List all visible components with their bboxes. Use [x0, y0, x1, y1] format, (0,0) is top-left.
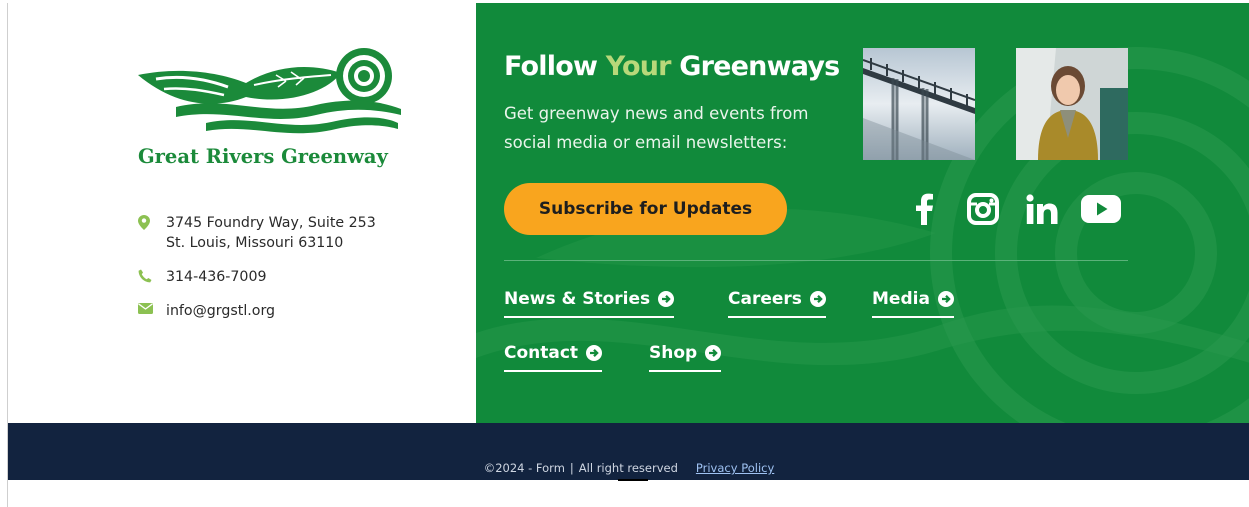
scroll-indicator: [618, 479, 648, 481]
site-logo[interactable]: Great Rivers Greenway: [136, 45, 401, 175]
phone-number[interactable]: 314-436-7009: [166, 267, 267, 287]
address-line-1: 3745 Foundry Way, Suite 253: [166, 215, 376, 231]
follow-description: Get greenway news and events from social…: [504, 104, 809, 152]
nav-link-careers[interactable]: Careers: [728, 289, 826, 318]
phone-row[interactable]: 314-436-7009: [138, 267, 458, 287]
facebook-link[interactable]: [904, 189, 944, 229]
facebook-icon: [916, 193, 933, 225]
email-link[interactable]: info@grgstl.org: [166, 301, 275, 321]
subscribe-button[interactable]: Subscribe for Updates: [504, 183, 787, 235]
person-photo[interactable]: [1016, 48, 1128, 160]
nav-link-media[interactable]: Media: [872, 289, 954, 318]
youtube-link[interactable]: [1081, 189, 1121, 229]
nav-link-contact[interactable]: Contact: [504, 343, 603, 372]
contact-panel: Great Rivers Greenway 3745 Foundry Way, …: [8, 3, 476, 423]
address-row: 3745 Foundry Way, Suite 253 St. Louis, M…: [138, 213, 458, 253]
nav-link-news-stories[interactable]: News & Stories: [504, 289, 675, 318]
linkedin-icon: [1026, 194, 1058, 224]
phone-icon: [138, 269, 152, 283]
section-divider: [504, 260, 1128, 261]
copyright-text: ©2024 - Form | All right reserved Privacy P…: [483, 461, 775, 475]
follow-heading: Follow Your Greenways: [504, 51, 840, 82]
arrow-right-circle-icon: [809, 291, 826, 307]
social-links: [904, 189, 1140, 229]
privacy-policy-link[interactable]: Privacy Policy: [696, 461, 774, 475]
arrow-right-circle-icon: [586, 345, 603, 361]
site-footer-section: Great Rivers Greenway 3745 Foundry Way, …: [7, 3, 1249, 507]
address-line-2: St. Louis, Missouri 63110: [166, 235, 344, 251]
logo-wordmark: Great Rivers Greenway: [138, 145, 388, 168]
nav-link-shop[interactable]: Shop: [649, 343, 722, 372]
linkedin-link[interactable]: [1022, 189, 1062, 229]
follow-panel: Follow Your Greenways Get greenway news …: [476, 3, 1249, 423]
instagram-icon: [967, 193, 999, 225]
arrow-right-circle-icon: [937, 291, 954, 307]
contact-list: 3745 Foundry Way, Suite 253 St. Louis, M…: [138, 213, 458, 335]
envelope-icon: [138, 303, 153, 314]
bridge-photo[interactable]: [863, 48, 975, 160]
youtube-icon: [1081, 195, 1121, 223]
arrow-right-circle-icon: [658, 291, 675, 307]
map-pin-icon: [138, 215, 150, 230]
instagram-link[interactable]: [963, 189, 1003, 229]
leaf-river-logo-icon: [138, 48, 401, 134]
copyright-bar: ©2024 - Form | All right reserved Privacy P…: [8, 423, 1249, 481]
arrow-right-circle-icon: [705, 345, 722, 361]
email-row[interactable]: info@grgstl.org: [138, 301, 458, 321]
